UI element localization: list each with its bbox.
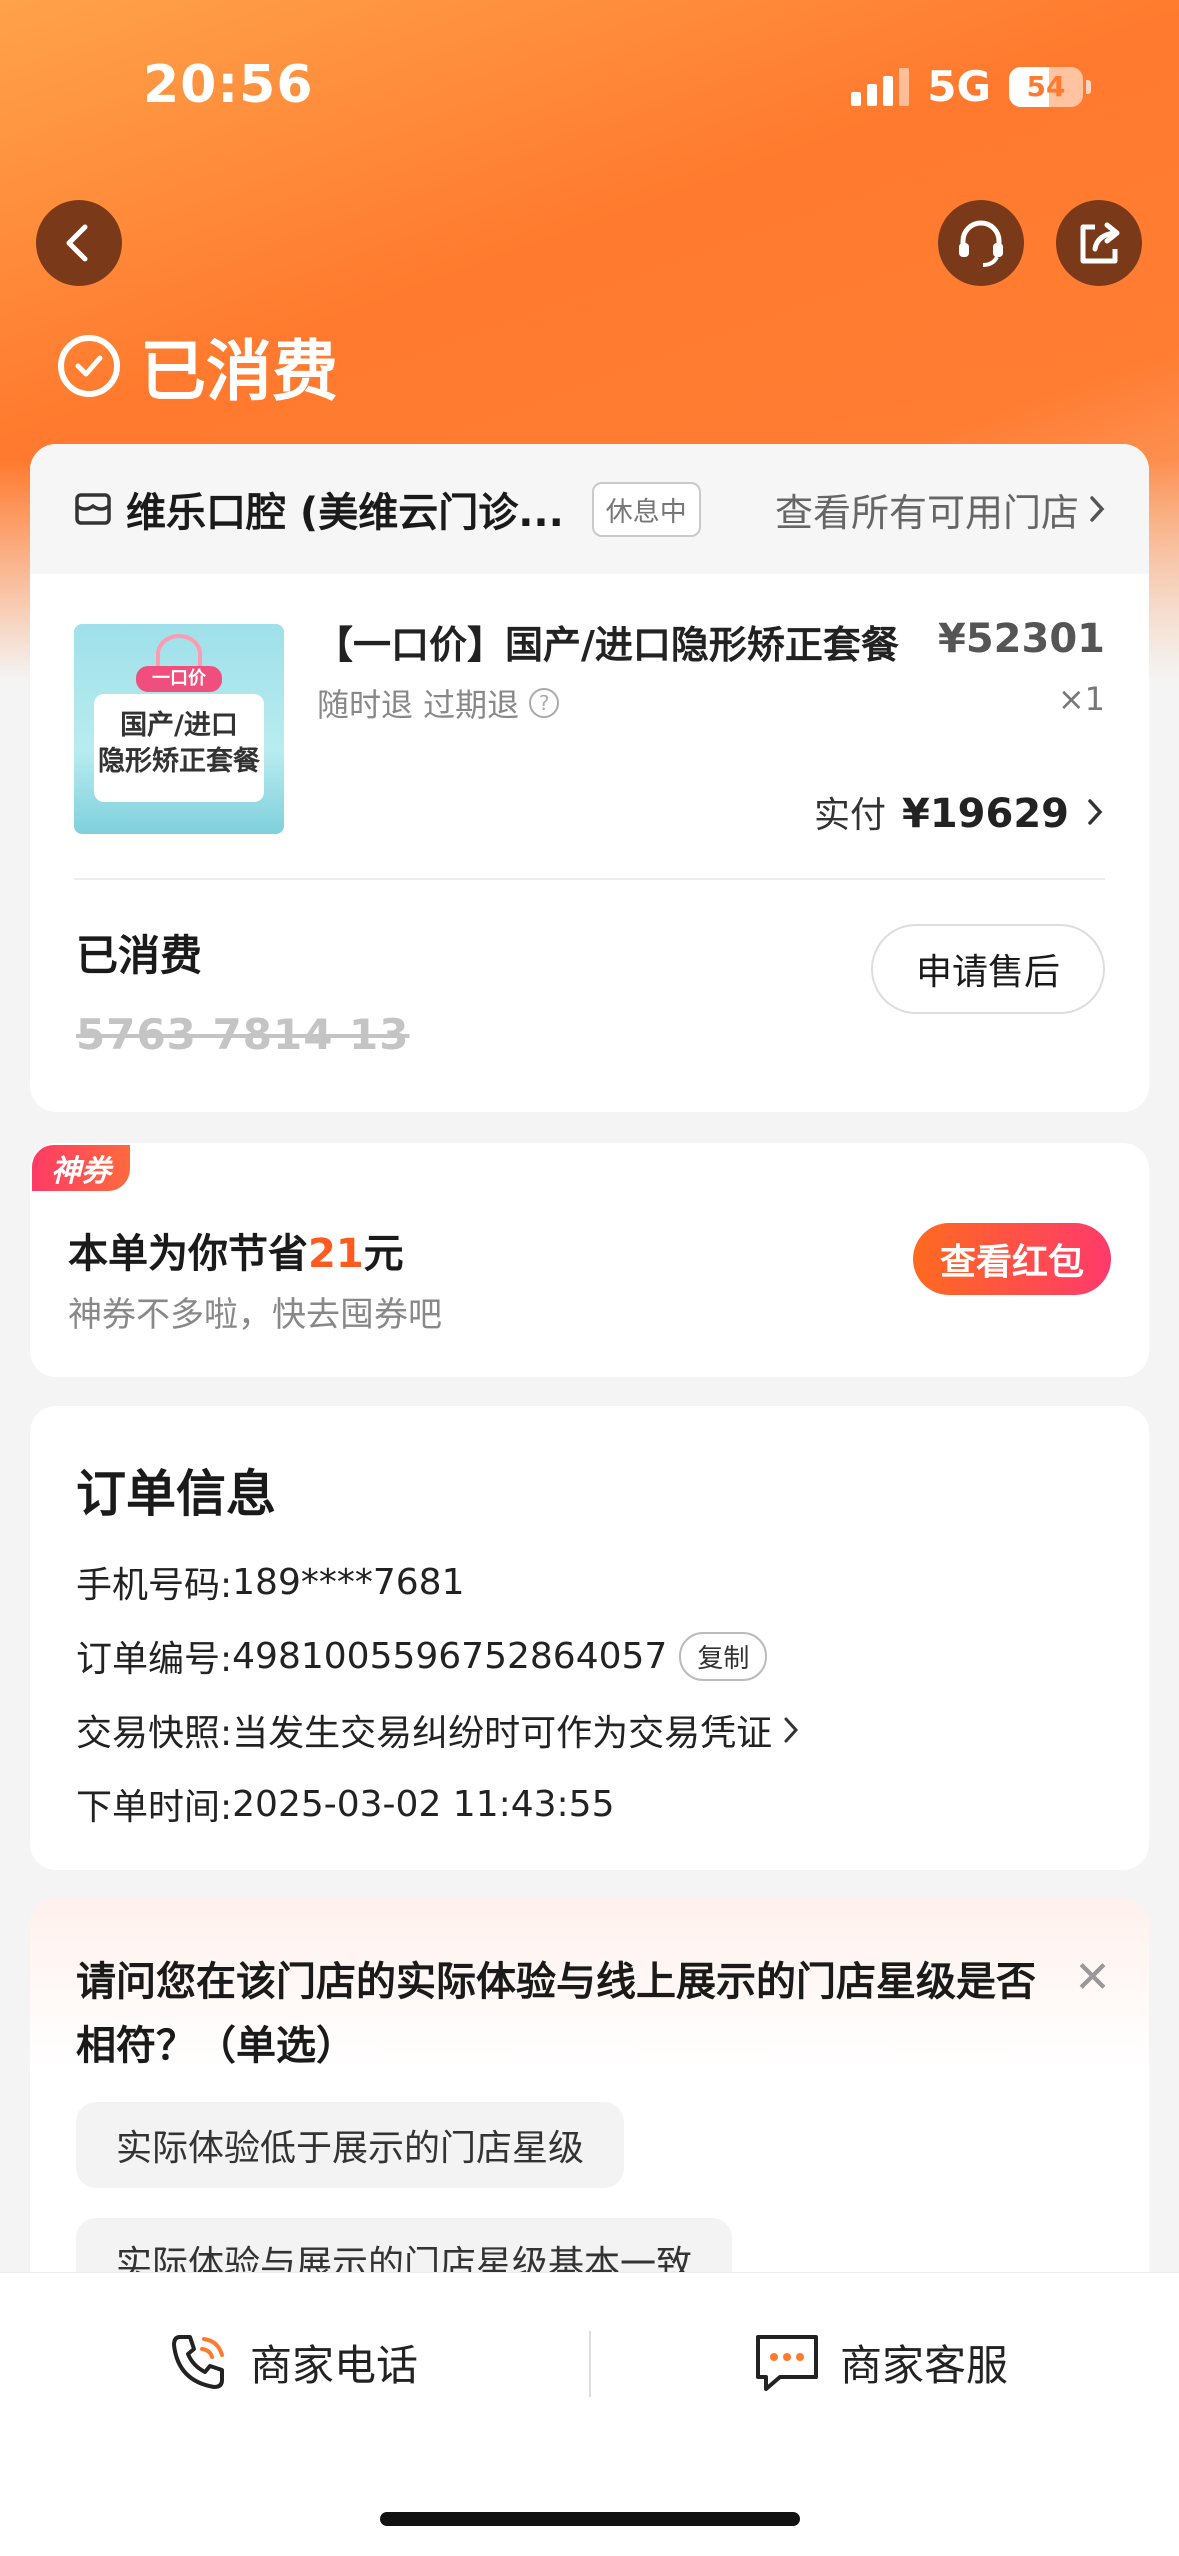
close-icon[interactable]: ✕ [1074, 1952, 1111, 2003]
status-indicators: 5G 54 [851, 62, 1091, 111]
order-time-label: 下单时间: [76, 1787, 233, 1828]
order-time-row: 下单时间: 2025-03-02 11:43:55 [76, 1778, 614, 1830]
store-icon [75, 493, 111, 525]
order-time-value: 2025-03-02 11:43:55 [232, 1783, 615, 1825]
coupon-card: 神券 本单为你节省21元 神券不多啦，快去囤券吧 查看红包 [30, 1143, 1149, 1377]
thumb-line1: 国产/进口 [120, 710, 238, 741]
coupon-subtext: 神券不多啦，快去囤券吧 [68, 1295, 442, 1335]
order-card: 维乐口腔 (美维云门诊... 休息中 查看所有可用门店 一口价 国产/进口 隐形… [30, 444, 1149, 1112]
merchant-phone-label: 商家电话 [250, 2340, 419, 2390]
phone-value: 189****7681 [232, 1561, 465, 1603]
chevron-right-icon [1090, 496, 1105, 522]
thumb-text-box: 国产/进口 隐形矫正套餐 [94, 694, 264, 802]
battery-icon: 54 [1009, 66, 1091, 107]
refund-policy-text: 随时退 过期退 [317, 686, 520, 724]
chevron-right-icon [784, 1717, 799, 1743]
merchant-phone-button[interactable]: 商家电话 [166, 2329, 418, 2395]
status-time: 20:56 [143, 55, 314, 115]
share-icon [1080, 222, 1120, 264]
phone-label: 手机号码: [76, 1565, 233, 1606]
back-button[interactable] [36, 200, 122, 286]
copy-button[interactable]: 复制 [679, 1631, 768, 1681]
order-status-title: 已消费 [58, 318, 338, 414]
survey-option[interactable]: 实际体验低于展示的门店星级 [76, 2102, 625, 2188]
all-stores-link[interactable]: 查看所有可用门店 [775, 482, 1107, 537]
paid-amount-row[interactable]: 实付 ¥19629 [814, 786, 1105, 838]
voucher-status: 已消费 [76, 931, 203, 980]
store-status-badge: 休息中 [591, 481, 701, 537]
divider [74, 878, 1105, 880]
paid-amount: ¥19629 [902, 791, 1069, 837]
separator [589, 2331, 591, 2397]
share-button[interactable] [1056, 200, 1142, 286]
savings-amount: 21 [308, 1231, 364, 1277]
survey-card: 请问您在该门店的实际体验与线上展示的门店星级是否相符？（单选） ✕ 实际体验低于… [30, 1898, 1149, 2278]
merchant-service-button[interactable]: 商家客服 [752, 2329, 1008, 2395]
store-name: 维乐口腔 (美维云门诊... [126, 490, 564, 536]
snapshot-label: 交易快照: [76, 1713, 233, 1754]
all-stores-label: 查看所有可用门店 [774, 490, 1079, 535]
thumb-line2: 隐形矫正套餐 [98, 746, 260, 777]
product-thumbnail[interactable]: 一口价 国产/进口 隐形矫正套餐 [74, 624, 284, 834]
thumb-tag: 一口价 [136, 666, 222, 692]
network-label: 5G [927, 62, 991, 111]
product-quantity: ×1 [1057, 680, 1105, 718]
order-info-card: 订单信息 手机号码: 189****7681 订单编号: 49810055967… [30, 1406, 1149, 1870]
customer-service-button[interactable] [938, 200, 1024, 286]
chevron-left-icon [66, 224, 88, 262]
headset-icon [959, 220, 1003, 267]
chat-icon [756, 2335, 818, 2391]
snapshot-value: 当发生交易纠纷时可作为交易凭证 [232, 1713, 773, 1754]
order-number-row: 订单编号: 4981005596752864057 复制 [76, 1630, 768, 1682]
survey-question: 请问您在该门店的实际体验与线上展示的门店星级是否相符？（单选） [76, 1959, 1036, 2069]
home-indicator [380, 2512, 800, 2526]
signal-icon [851, 67, 910, 106]
order-number-value: 4981005596752864057 [232, 1635, 668, 1677]
check-circle-icon [58, 335, 120, 397]
battery-level: 54 [1026, 70, 1066, 103]
product-price: ¥52301 [938, 616, 1105, 662]
store-header[interactable]: 维乐口腔 (美维云门诊... 休息中 查看所有可用门店 [30, 444, 1149, 574]
order-number-label: 订单编号: [76, 1639, 233, 1680]
paid-label: 实付 [813, 795, 886, 836]
phone-row: 手机号码: 189****7681 [76, 1556, 464, 1608]
refund-policy[interactable]: 随时退 过期退 ? [317, 680, 560, 726]
product-title[interactable]: 【一口价】国产/进口隐形矫正套餐 [315, 614, 899, 669]
chevron-right-icon [1088, 799, 1103, 825]
coupon-savings: 本单为你节省21元 [68, 1221, 404, 1279]
after-sale-button[interactable]: 申请售后 [871, 924, 1105, 1014]
view-red-packet-button[interactable]: 查看红包 [913, 1223, 1111, 1295]
phone-icon [172, 2335, 224, 2389]
question-icon: ? [529, 688, 560, 718]
snapshot-row[interactable]: 交易快照: 当发生交易纠纷时可作为交易凭证 [76, 1704, 802, 1756]
status-title-text: 已消费 [140, 333, 338, 410]
savings-prefix: 本单为你节省 [68, 1231, 308, 1277]
savings-suffix: 元 [363, 1231, 404, 1277]
survey-option[interactable]: 实际体验与展示的门店星级基本一致 [76, 2218, 733, 2278]
coupon-tag: 神券 [32, 1145, 130, 1191]
voucher-code: 5763 7814 13 [76, 1010, 410, 1059]
merchant-service-label: 商家客服 [840, 2340, 1009, 2390]
order-info-title: 订单信息 [76, 1465, 276, 1523]
